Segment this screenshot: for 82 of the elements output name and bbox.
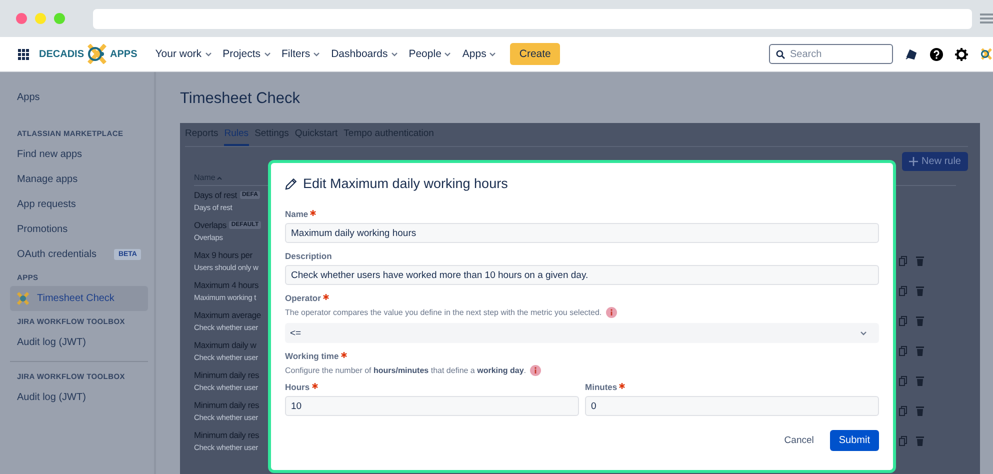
app-grid-icon[interactable] <box>18 48 29 60</box>
trash-icon[interactable] <box>916 406 924 416</box>
hours-field[interactable]: 10 <box>285 396 579 416</box>
search-field[interactable]: Search <box>769 44 893 64</box>
page-title: Timesheet Check <box>180 90 302 108</box>
nav-menu-item[interactable]: People <box>408 48 452 60</box>
chevron-down-icon <box>313 52 320 56</box>
field-label: Name <box>285 209 308 219</box>
nav-menu-item[interactable]: Dashboards <box>331 48 398 60</box>
sidebar-item[interactable]: App requests <box>10 192 148 217</box>
rule-name: Maximum daily w <box>194 340 256 350</box>
logo-icon <box>86 44 108 64</box>
field-label: Operator <box>285 293 321 303</box>
copy-icon[interactable] <box>899 316 907 326</box>
help-text: Configure the number of hours/minutes that define a working day. <box>285 366 526 375</box>
chevron-down-icon <box>264 52 270 56</box>
copy-icon[interactable] <box>899 406 907 416</box>
rule-name: Minimum daily res <box>194 400 260 410</box>
rule-name: Maximum 4 hours <box>194 280 259 290</box>
logo-text: DECADIS <box>39 48 84 60</box>
nav-menu-item[interactable]: Your work <box>155 48 212 60</box>
rule-name: Maximum average <box>194 310 261 320</box>
chevron-down-icon <box>489 52 496 56</box>
copy-icon[interactable] <box>899 256 907 266</box>
chevron-down-icon <box>860 330 867 336</box>
field-label: Minutes <box>585 382 618 392</box>
chevron-down-icon <box>390 52 398 56</box>
description-field[interactable]: Check whether users have worked more than 10 hours on a given day. <box>285 265 879 285</box>
minutes-field[interactable]: 0 <box>585 396 879 416</box>
profile-logo-icon[interactable] <box>980 48 993 60</box>
sidebar-item[interactable]: Promotions <box>10 217 148 242</box>
nav-menu-item[interactable]: Projects <box>222 48 270 60</box>
trash-icon[interactable] <box>916 286 924 296</box>
dialog-title: Edit Maximum daily working hours <box>303 176 508 191</box>
search-icon <box>776 50 785 58</box>
settings-icon[interactable] <box>955 48 968 60</box>
app-logo-icon <box>17 292 29 305</box>
field-label: Working time <box>285 351 339 361</box>
close-dot[interactable] <box>16 13 27 24</box>
sidebar-item[interactable]: Audit log (JWT) <box>10 330 148 355</box>
submit-button[interactable]: Submit <box>830 430 879 451</box>
address-bar[interactable] <box>93 8 972 28</box>
rule-name: Overlaps <box>194 220 226 230</box>
new-rule-button[interactable]: New rule <box>902 152 968 171</box>
sidebar-item[interactable]: Timesheet Check <box>10 286 148 311</box>
sidebar-item[interactable]: Manage apps <box>10 167 148 192</box>
rule-name: Days of rest <box>194 190 237 200</box>
info-icon <box>530 365 542 376</box>
copy-icon[interactable] <box>899 436 907 446</box>
nav-menu-item[interactable]: Apps <box>462 48 496 60</box>
maximize-dot[interactable] <box>54 13 65 24</box>
copy-icon[interactable] <box>899 376 907 386</box>
trash-icon[interactable] <box>916 256 924 266</box>
field-label: Description <box>285 251 332 261</box>
sidebar-item[interactable]: Audit log (JWT) <box>10 385 148 410</box>
nav-menu-item[interactable]: Filters <box>282 48 320 60</box>
operator-select[interactable]: <= <box>285 323 879 343</box>
info-icon <box>606 307 617 318</box>
chevron-down-icon <box>204 52 212 56</box>
cancel-button[interactable]: Cancel <box>778 434 820 447</box>
name-field[interactable]: Maximum daily working hours <box>285 223 879 243</box>
trash-icon[interactable] <box>916 376 924 386</box>
trash-icon[interactable] <box>916 436 924 446</box>
copy-icon[interactable] <box>899 346 907 356</box>
pencil-icon <box>285 178 297 190</box>
chevron-down-icon <box>444 52 452 56</box>
create-button[interactable]: Create <box>510 43 560 65</box>
rule-name: Max 9 hours per <box>194 250 252 260</box>
rule-name: Minimum daily res <box>194 430 260 440</box>
logo-text: APPS <box>110 48 138 60</box>
menu-icon[interactable] <box>980 13 993 24</box>
plus-icon <box>908 157 918 166</box>
copy-icon[interactable] <box>899 286 907 296</box>
trash-icon[interactable] <box>916 346 924 356</box>
help-icon[interactable] <box>930 48 943 60</box>
rule-name: Minimum daily res <box>194 370 260 380</box>
field-label: Hours <box>285 382 310 392</box>
trash-icon[interactable] <box>916 316 924 326</box>
help-text: The operator compares the value you define in the next step with the metric you selected. <box>285 308 602 317</box>
sidebar-item[interactable]: Find new apps <box>10 142 148 167</box>
minimize-dot[interactable] <box>35 13 46 24</box>
sidebar-title: Apps <box>16 92 41 103</box>
